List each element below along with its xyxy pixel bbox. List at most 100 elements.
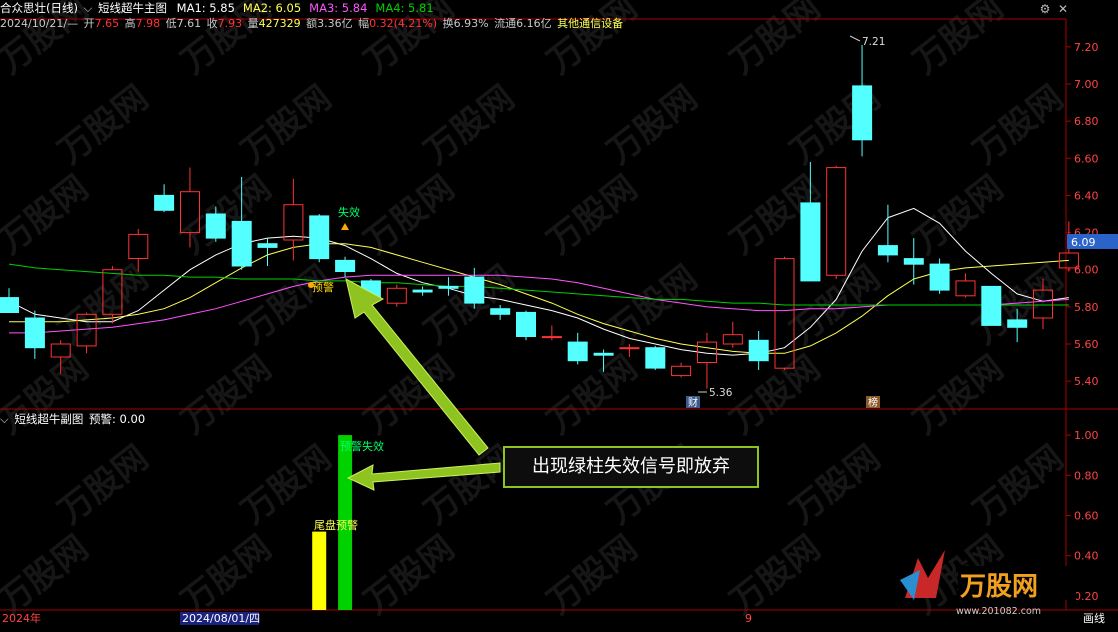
- close-label: 收: [206, 17, 218, 30]
- candle-body-up: [386, 287, 407, 304]
- main-y-tick-label: 6.80: [1074, 115, 1099, 128]
- watermark-text: 万股网: [906, 348, 1011, 442]
- watermark-text: 万股网: [357, 528, 462, 622]
- watermark-text: 万股网: [540, 348, 645, 442]
- candle: [154, 184, 175, 213]
- candle: [981, 285, 1002, 326]
- watermark-text: 万股网: [906, 0, 1011, 82]
- amount-value: 3.36亿: [317, 17, 353, 30]
- main-y-tick-label: 5.80: [1074, 301, 1099, 314]
- candle-body-down: [645, 347, 666, 369]
- candle: [335, 256, 356, 278]
- candle: [24, 310, 45, 359]
- candle: [826, 165, 847, 279]
- main-y-tick-label: 6.60: [1074, 152, 1099, 165]
- watermark-text: 万股网: [417, 78, 522, 172]
- sub-indicator-name[interactable]: 短线超牛副图: [14, 412, 83, 426]
- logo-brand-text: 万股网: [960, 572, 1038, 602]
- candle-body-down: [490, 308, 511, 315]
- candle-body-down: [24, 317, 45, 349]
- watermark-layer: 万股网 万股网 万股网 万股网 万股网 万股网万股网 万股网 万股网 万股网 万股网 万股网万股网万…: [0, 0, 1071, 622]
- amount-label: 额: [306, 17, 318, 30]
- low-price-mark: 5.36: [709, 387, 733, 399]
- month-label: 9: [745, 612, 752, 625]
- stock-title[interactable]: 合众思壮(日线): [0, 1, 78, 15]
- main-indicator-name[interactable]: 短线超牛主图: [98, 1, 167, 15]
- watermark-text: 万股网: [51, 258, 156, 352]
- candle: [955, 273, 976, 298]
- candle-body-up: [722, 334, 743, 345]
- candle: [645, 345, 666, 370]
- chart-frame: [0, 18, 1118, 611]
- volume-label: 量: [247, 17, 259, 30]
- rank-badge-label: 榜: [868, 396, 878, 409]
- high-price-pointer: [849, 35, 861, 42]
- sub-indicator-value: 预警: 0.00: [89, 412, 146, 426]
- watermark-text: 万股网: [51, 78, 156, 172]
- quote-date: 2024/10/21/—: [0, 17, 79, 30]
- main-y-tick-label: 5.60: [1074, 338, 1099, 351]
- sub-y-tick-label: 0.40: [1074, 550, 1099, 563]
- change-value: 0.32(4.21%): [369, 17, 438, 30]
- watermark-text: 万股网: [783, 78, 888, 172]
- main-y-tick-label: 7.20: [1074, 41, 1099, 54]
- candle-body-down: [309, 215, 330, 260]
- quote-line: 2024/10/21/— 开7.65 高7.98 低7.61 收7.93 量42…: [0, 15, 625, 32]
- candle-body-up: [619, 347, 640, 350]
- watermark-text: 万股网: [234, 78, 339, 172]
- candlestick-series: [0, 45, 1079, 389]
- ma-legend-item-2: MA2: 6.05: [242, 1, 302, 15]
- candle: [412, 286, 433, 296]
- main-y-tick-label: 7.00: [1074, 78, 1099, 91]
- chart-canvas[interactable]: 万股网 万股网 万股网 万股网 万股网 万股网万股网 万股网 万股网 万股网 万股网 万股网万股网万…: [0, 0, 1118, 632]
- float-cap-value: 流通6.16亿: [494, 17, 552, 30]
- main-y-tick-label: 6.00: [1074, 264, 1099, 277]
- watermark-text: 万股网: [723, 0, 828, 82]
- close-icon[interactable]: ✕: [1055, 2, 1071, 16]
- gear-icon[interactable]: ⚙: [1037, 2, 1053, 16]
- candle-body-down: [438, 285, 459, 289]
- candle: [283, 178, 304, 261]
- warn-signal-marker: [308, 282, 314, 288]
- candle: [309, 214, 330, 263]
- candle-body-down: [852, 85, 873, 141]
- watermark-text: 万股网: [540, 528, 645, 622]
- watermark-text: 万股网: [540, 168, 645, 262]
- sub-indicator-dropdown-icon[interactable]: ⌵: [0, 412, 9, 426]
- main-y-tick-label: 6.40: [1074, 189, 1099, 202]
- watermark-text: 万股网: [0, 168, 96, 262]
- watermark-text: 万股网: [174, 348, 279, 442]
- candle: [386, 284, 407, 307]
- ma-legend-item-3: MA3: 5.84: [309, 1, 368, 15]
- candle-body-down: [748, 339, 769, 362]
- indicator-dropdown-icon[interactable]: ⌵: [84, 1, 93, 15]
- signal-bar: [312, 531, 327, 610]
- logo-url-text: www.201082.com: [956, 606, 1041, 617]
- watermark-text: 万股网: [51, 438, 156, 532]
- sub-y-tick-label: 0.80: [1074, 469, 1099, 482]
- sub-y-tick-label: 1.00: [1074, 429, 1099, 442]
- candle-body-down: [903, 258, 924, 265]
- sector-label[interactable]: 其他通信设备: [557, 17, 623, 30]
- low-label: 低: [165, 17, 177, 30]
- ma-legend: MA1: 5.85 MA2: 6.05 MA3: 5.84 MA4: 5.81: [177, 1, 442, 15]
- close-value: 7.93: [217, 17, 243, 30]
- candle-body-up: [955, 280, 976, 297]
- stock-chart-window: 万股网 万股网 万股网 万股网 万股网 万股网 万股网 万股网 万股网 万股网 万股网 万股网 万股网万…: [0, 0, 1118, 632]
- candle-body-down: [800, 202, 821, 282]
- draw-line-tab[interactable]: 画线: [1083, 611, 1105, 625]
- candle-body-up: [541, 336, 562, 339]
- candle: [0, 288, 19, 314]
- candle-body-up: [826, 167, 847, 276]
- candle-body-down: [205, 213, 226, 239]
- candle-body-down: [516, 311, 536, 337]
- fail-bar-label: 预警失效: [340, 439, 384, 453]
- candle: [671, 362, 692, 378]
- candle-body-down: [412, 289, 433, 293]
- candle-body-down: [464, 276, 485, 304]
- warn-signal-label: 预警: [312, 280, 334, 294]
- last-price-tag-value: 6.09: [1071, 236, 1096, 249]
- year-label: 2024年: [2, 611, 41, 625]
- candle-body-up: [671, 365, 692, 377]
- watermark-text: 万股网: [966, 78, 1071, 172]
